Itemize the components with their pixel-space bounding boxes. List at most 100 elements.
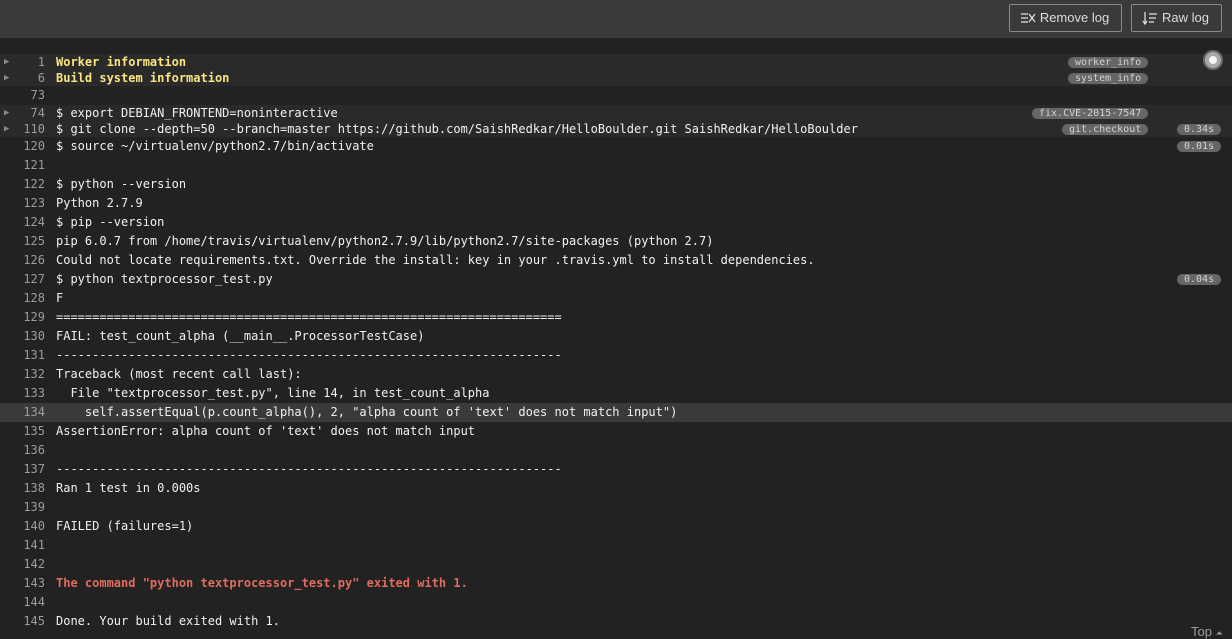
line-text: $ python textprocessor_test.py bbox=[56, 272, 273, 286]
line-text: $ git clone --depth=50 --branch=master h… bbox=[56, 122, 858, 136]
scroll-to-top-link[interactable]: Top ⏶ bbox=[1191, 624, 1223, 639]
line-number[interactable]: 123 bbox=[0, 194, 45, 213]
line-text: self.assertEqual(p.count_alpha(), 2, "al… bbox=[56, 405, 678, 419]
line-number[interactable]: 144 bbox=[0, 593, 45, 612]
line-text: FAIL: test_count_alpha (__main__.Process… bbox=[56, 329, 425, 343]
fold-name-badge: fix.CVE-2015-7547 bbox=[1032, 108, 1149, 119]
log-line: 137 -------------------------------------… bbox=[0, 460, 1232, 479]
line-text: $ source ~/virtualenv/python2.7/bin/acti… bbox=[56, 139, 374, 153]
line-number[interactable]: 120 bbox=[0, 137, 45, 156]
line-number[interactable]: 137 bbox=[0, 460, 45, 479]
line-number[interactable]: 141 bbox=[0, 536, 45, 555]
line-number[interactable]: 133 bbox=[0, 384, 45, 403]
line-number[interactable]: 142 bbox=[0, 555, 45, 574]
line-text: ----------------------------------------… bbox=[56, 462, 562, 476]
log-line: 73 bbox=[0, 86, 1232, 105]
log-line: 127 $ python textprocessor_test.py 0.04s bbox=[0, 270, 1232, 289]
line-text: FAILED (failures=1) bbox=[56, 519, 194, 533]
line-number[interactable]: 6 bbox=[0, 70, 45, 86]
line-number[interactable]: 139 bbox=[0, 498, 45, 517]
line-number[interactable]: 1 bbox=[0, 54, 45, 70]
top-label: Top bbox=[1191, 624, 1212, 639]
log-line: 135 AssertionError: alpha count of 'text'… bbox=[0, 422, 1232, 441]
line-number[interactable]: 122 bbox=[0, 175, 45, 194]
line-number[interactable]: 124 bbox=[0, 213, 45, 232]
duration-badge: 0.01s bbox=[1177, 141, 1221, 152]
remove-log-icon bbox=[1021, 13, 1036, 23]
raw-log-button[interactable]: Raw log bbox=[1131, 4, 1222, 32]
line-number[interactable]: 125 bbox=[0, 232, 45, 251]
line-text: $ export DEBIAN_FRONTEND=noninteractive bbox=[56, 106, 338, 120]
fold-name-badge: git.checkout bbox=[1062, 124, 1149, 135]
line-number[interactable]: 131 bbox=[0, 346, 45, 365]
fold-name-badge: system_info bbox=[1068, 73, 1149, 84]
line-number[interactable]: 74 bbox=[0, 105, 45, 121]
line-text: Traceback (most recent call last): bbox=[56, 367, 302, 381]
log-line: 134 self.assertEqual(p.count_alpha(), 2,… bbox=[0, 403, 1232, 422]
log-line: 128 F bbox=[0, 289, 1232, 308]
log-line: 140 FAILED (failures=1) bbox=[0, 517, 1232, 536]
line-text: Done. Your build exited with 1. bbox=[56, 614, 280, 628]
log-line: 122 $ python --version bbox=[0, 175, 1232, 194]
log-line: 129 =====================================… bbox=[0, 308, 1232, 327]
raw-log-icon bbox=[1142, 12, 1157, 25]
caret-up-icon: ⏶ bbox=[1215, 628, 1223, 638]
log-line: 120 $ source ~/virtualenv/python2.7/bin/a… bbox=[0, 137, 1232, 156]
line-text: The command "python textprocessor_test.p… bbox=[56, 576, 468, 590]
log-line: 131 -------------------------------------… bbox=[0, 346, 1232, 365]
log-fold-row[interactable]: ▶ 110 $ git clone --depth=50 --branch=mast… bbox=[0, 121, 1232, 137]
line-number[interactable]: 130 bbox=[0, 327, 45, 346]
remove-log-button[interactable]: Remove log bbox=[1009, 4, 1122, 32]
log-fold-row[interactable]: ▶ 6 Build system information system_info bbox=[0, 70, 1232, 86]
line-number[interactable]: 126 bbox=[0, 251, 45, 270]
log-fold-row[interactable]: ▶ 74 $ export DEBIAN_FRONTEND=noninteracti… bbox=[0, 105, 1232, 121]
line-number[interactable]: 135 bbox=[0, 422, 45, 441]
log-line: 144 bbox=[0, 593, 1232, 612]
line-text: $ pip --version bbox=[56, 215, 165, 229]
log-line: 141 bbox=[0, 536, 1232, 555]
line-number[interactable]: 134 bbox=[0, 403, 45, 422]
line-text: Worker information bbox=[56, 55, 187, 69]
raw-log-label: Raw log bbox=[1162, 10, 1209, 25]
log-fold-row[interactable]: ▶ 1 Worker information worker_info bbox=[0, 54, 1232, 70]
line-number[interactable]: 129 bbox=[0, 308, 45, 327]
line-number[interactable]: 138 bbox=[0, 479, 45, 498]
log-line: 136 bbox=[0, 441, 1232, 460]
line-text: Could not locate requirements.txt. Overr… bbox=[56, 253, 815, 267]
line-text: Build system information bbox=[56, 71, 230, 85]
log-line: 123 Python 2.7.9 bbox=[0, 194, 1232, 213]
log-line: 139 bbox=[0, 498, 1232, 517]
line-number[interactable]: 128 bbox=[0, 289, 45, 308]
log-line: 121 bbox=[0, 156, 1232, 175]
line-text: Ran 1 test in 0.000s bbox=[56, 481, 201, 495]
log-line: 126 Could not locate requirements.txt. Ov… bbox=[0, 251, 1232, 270]
line-text: AssertionError: alpha count of 'text' do… bbox=[56, 424, 476, 438]
log-line: 124 $ pip --version bbox=[0, 213, 1232, 232]
fold-name-badge: worker_info bbox=[1068, 57, 1149, 68]
log-line: 125 pip 6.0.7 from /home/travis/virtualen… bbox=[0, 232, 1232, 251]
line-text: ========================================… bbox=[56, 310, 562, 324]
line-number[interactable]: 110 bbox=[0, 121, 45, 137]
line-number[interactable]: 145 bbox=[0, 612, 45, 631]
remove-log-label: Remove log bbox=[1039, 10, 1110, 25]
follow-log-toggle[interactable] bbox=[1203, 50, 1223, 70]
line-text: pip 6.0.7 from /home/travis/virtualenv/p… bbox=[56, 234, 714, 248]
log-line: 133 File "textprocessor_test.py", line 1… bbox=[0, 384, 1232, 403]
line-number[interactable]: 143 bbox=[0, 574, 45, 593]
duration-badge: 0.04s bbox=[1177, 274, 1221, 285]
build-log: ▶ 1 Worker information worker_info ▶ 6 Build s… bbox=[0, 38, 1232, 639]
log-line: 138 Ran 1 test in 0.000s bbox=[0, 479, 1232, 498]
line-number[interactable]: 132 bbox=[0, 365, 45, 384]
log-line: 143 The command "python textprocessor_tes… bbox=[0, 574, 1232, 593]
line-number[interactable]: 140 bbox=[0, 517, 45, 536]
line-number[interactable]: 121 bbox=[0, 156, 45, 175]
log-line: 130 FAIL: test_count_alpha (__main__.Proc… bbox=[0, 327, 1232, 346]
line-text: ----------------------------------------… bbox=[56, 348, 562, 362]
line-number[interactable]: 73 bbox=[0, 86, 45, 105]
line-number[interactable]: 127 bbox=[0, 270, 45, 289]
line-text: $ python --version bbox=[56, 177, 187, 191]
line-text: Python 2.7.9 bbox=[56, 196, 143, 210]
line-number[interactable]: 136 bbox=[0, 441, 45, 460]
log-line: 142 bbox=[0, 555, 1232, 574]
line-text: File "textprocessor_test.py", line 14, i… bbox=[56, 386, 490, 400]
